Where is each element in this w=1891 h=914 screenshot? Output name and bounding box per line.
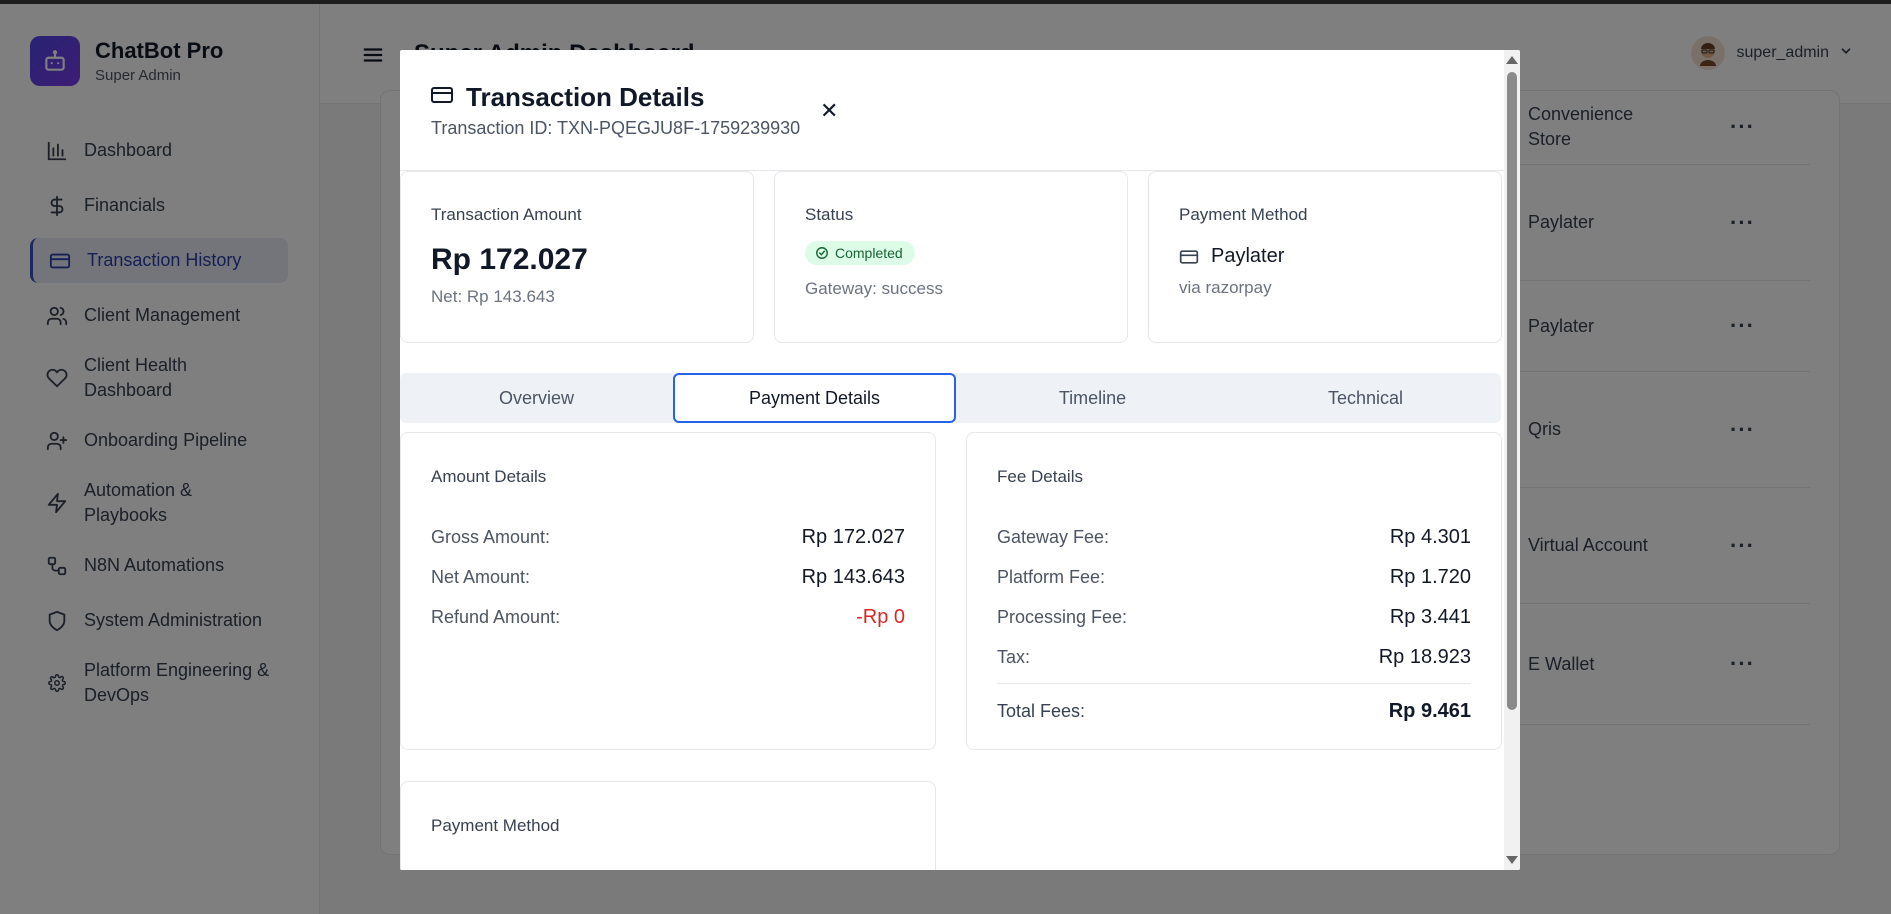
tab-timeline[interactable]: Timeline	[956, 373, 1229, 423]
payment-method-card: Payment Method Paylater via razorpay	[1148, 171, 1502, 343]
transaction-amount-card: Transaction Amount Rp 172.027 Net: Rp 14…	[400, 171, 754, 343]
detail-label: Net Amount:	[431, 566, 531, 587]
detail-label: Gross Amount:	[431, 526, 551, 547]
detail-value: Rp 1.720	[1389, 565, 1471, 588]
total-fees-row: Total Fees: Rp 9.461	[997, 683, 1471, 733]
transaction-amount: Rp 172.027	[431, 243, 588, 276]
credit-card-icon	[430, 83, 454, 112]
net-amount: Net: Rp 143.643	[431, 287, 555, 306]
detail-value: -Rp 0	[856, 605, 905, 628]
check-circle-icon	[816, 247, 828, 259]
detail-value: Rp 4.301	[1389, 525, 1471, 548]
section-title: Payment Method	[431, 816, 560, 835]
fee-details-card: Fee Details Gateway Fee: Rp 4.301 Platfo…	[966, 432, 1502, 750]
gateway-status: Gateway: success	[805, 279, 943, 298]
tab-payment-details[interactable]: Payment Details	[673, 373, 956, 423]
detail-label: Platform Fee:	[997, 566, 1106, 587]
detail-value: Rp 143.643	[801, 565, 905, 588]
detail-value: Rp 18.923	[1378, 645, 1471, 668]
amount-details-card: Amount Details Gross Amount: Rp 172.027 …	[400, 432, 936, 750]
detail-row: Gateway Fee: Rp 4.301	[997, 517, 1471, 557]
section-title: Amount Details	[431, 467, 547, 486]
detail-row: Platform Fee: Rp 1.720	[997, 557, 1471, 597]
detail-row: Refund Amount: -Rp 0	[431, 597, 905, 637]
detail-row: Gross Amount: Rp 172.027	[431, 517, 905, 557]
card-label: Status	[805, 205, 854, 224]
detail-value: Rp 3.441	[1389, 605, 1471, 628]
section-title: Fee Details	[997, 467, 1083, 486]
card-label: Payment Method	[1179, 205, 1308, 224]
scrollbar-thumb[interactable]	[1507, 72, 1517, 710]
scroll-down-arrow-icon[interactable]	[1506, 856, 1518, 864]
detail-row: Processing Fee: Rp 3.441	[997, 597, 1471, 637]
detail-value: Rp 9.461	[1388, 700, 1471, 722]
transaction-details-modal: Transaction Details Transaction ID: TXN-…	[400, 50, 1520, 870]
scroll-up-arrow-icon[interactable]	[1506, 56, 1518, 64]
modal-scrollbar[interactable]	[1504, 50, 1520, 870]
detail-label: Gateway Fee:	[997, 526, 1110, 547]
payment-gateway: via razorpay	[1179, 278, 1272, 297]
detail-label: Processing Fee:	[997, 606, 1128, 627]
detail-label: Total Fees:	[997, 701, 1086, 721]
transaction-id: Transaction ID: TXN-PQEGJU8F-1759239930	[431, 118, 801, 138]
tab-technical[interactable]: Technical	[1229, 373, 1502, 423]
detail-tabs: Overview Payment Details Timeline Techni…	[400, 373, 1501, 423]
status-card: Status Completed Gateway: success	[774, 171, 1128, 343]
tab-overview[interactable]: Overview	[400, 373, 673, 423]
payment-method-name: Paylater	[1211, 245, 1285, 267]
status-badge: Completed	[805, 241, 915, 265]
detail-label: Refund Amount:	[431, 606, 561, 627]
status-badge-label: Completed	[835, 245, 903, 261]
payment-method-section: Payment Method	[400, 781, 936, 870]
detail-row: Tax: Rp 18.923	[997, 637, 1471, 677]
modal-title: Transaction Details	[466, 82, 705, 112]
detail-value: Rp 172.027	[801, 525, 905, 548]
close-button[interactable]: ✕	[820, 100, 838, 122]
credit-card-icon	[1179, 249, 1199, 264]
detail-label: Tax:	[997, 646, 1031, 667]
detail-row: Net Amount: Rp 143.643	[431, 557, 905, 597]
card-label: Transaction Amount	[431, 205, 582, 224]
